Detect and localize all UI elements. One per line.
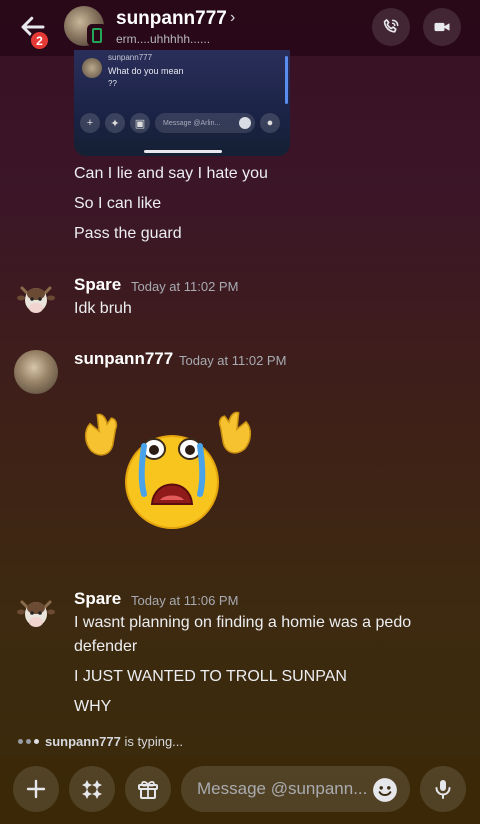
message-timestamp: Today at 11:06 PM bbox=[131, 593, 239, 608]
avatar[interactable] bbox=[14, 350, 58, 394]
gift-icon bbox=[138, 780, 158, 799]
voice-message-button[interactable] bbox=[420, 766, 466, 812]
embedded-message: ?? bbox=[108, 79, 117, 88]
plus-icon: + bbox=[80, 113, 100, 133]
attach-button[interactable] bbox=[13, 766, 59, 812]
smile-icon bbox=[239, 117, 251, 129]
emoji-picker-icon[interactable] bbox=[372, 777, 398, 803]
apps-icon: ✦ bbox=[105, 113, 125, 133]
embedded-composer: + ✦ ▣ Message @Arlin... ● bbox=[80, 112, 284, 134]
message-text: Can I lie and say I hate you bbox=[74, 165, 268, 182]
image-attachment[interactable]: sunpann777 What do you mean ?? + ✦ ▣ Mes… bbox=[74, 50, 290, 156]
crying-emoji-sticker[interactable] bbox=[72, 404, 264, 534]
home-indicator bbox=[144, 150, 222, 153]
message-username[interactable]: Spare bbox=[74, 589, 121, 609]
chevron-right-icon[interactable]: › bbox=[230, 9, 235, 27]
microphone-icon bbox=[435, 780, 451, 799]
message-text: I JUST WANTED TO TROLL SUNPAN bbox=[74, 668, 347, 685]
voice-call-button[interactable] bbox=[372, 8, 410, 46]
message-username[interactable]: sunpann777 bbox=[74, 349, 173, 369]
message-text: Pass the guard bbox=[74, 225, 182, 242]
unread-badge: 2 bbox=[29, 30, 50, 51]
cow-avatar-icon bbox=[17, 600, 55, 627]
microphone-icon: ● bbox=[260, 113, 280, 133]
chat-header: 2 sunpann777 › erm....uhhhhh...... bbox=[0, 0, 480, 56]
mobile-status-icon bbox=[87, 24, 107, 46]
plus-icon bbox=[26, 779, 46, 799]
typing-suffix: is typing... bbox=[124, 734, 184, 749]
phone-icon bbox=[383, 19, 399, 33]
custom-status: erm....uhhhhh...... bbox=[116, 32, 211, 46]
typing-dots-icon bbox=[18, 739, 39, 744]
embedded-avatar bbox=[82, 58, 102, 78]
message-text: I wasnt planning on finding a homie was … bbox=[74, 614, 412, 631]
gift-icon: ▣ bbox=[130, 113, 150, 133]
message-input-placeholder: Message @sunpann... bbox=[197, 779, 368, 798]
embedded-input: Message @Arlin... bbox=[155, 113, 255, 133]
header-username[interactable]: sunpann777 bbox=[116, 8, 227, 30]
message-text: Idk bruh bbox=[74, 300, 132, 317]
message-text: WHY bbox=[74, 698, 112, 715]
gift-button[interactable] bbox=[125, 766, 171, 812]
message-username[interactable]: Spare bbox=[74, 275, 121, 295]
avatar[interactable] bbox=[14, 592, 58, 636]
typing-user: sunpann777 bbox=[45, 734, 121, 749]
message-timestamp: Today at 11:02 PM bbox=[179, 353, 287, 368]
apps-icon bbox=[82, 780, 102, 799]
embedded-message: What do you mean bbox=[108, 66, 184, 76]
video-camera-icon bbox=[434, 22, 450, 32]
typing-indicator: sunpann777 is typing... bbox=[18, 734, 183, 749]
message-text: So I can like bbox=[74, 195, 162, 212]
apps-button[interactable] bbox=[69, 766, 115, 812]
video-call-button[interactable] bbox=[423, 8, 461, 46]
message-text: defender bbox=[74, 638, 138, 655]
embedded-username: sunpann777 bbox=[108, 53, 153, 62]
message-timestamp: Today at 11:02 PM bbox=[131, 279, 239, 294]
avatar[interactable] bbox=[14, 278, 58, 322]
cow-avatar-icon bbox=[17, 286, 55, 313]
crying-face-icon bbox=[84, 411, 252, 529]
embedded-scrollbar bbox=[285, 56, 288, 104]
